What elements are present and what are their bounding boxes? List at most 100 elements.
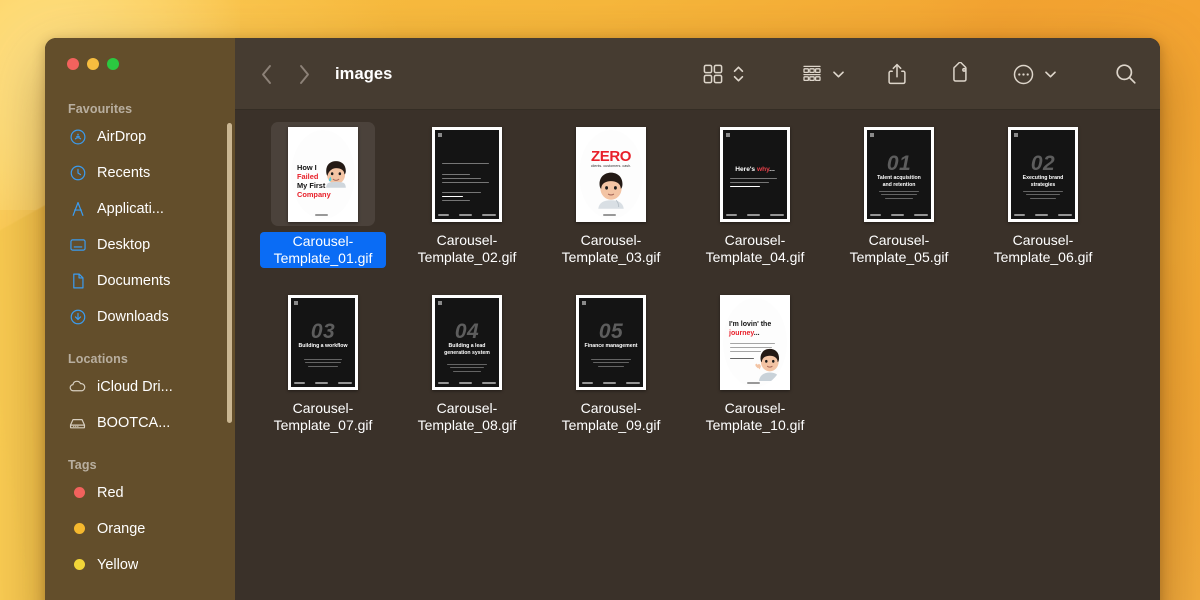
sidebar-section-tags: Tags	[68, 458, 97, 472]
clock-icon	[68, 163, 87, 182]
file-thumbnail[interactable]: 02 Executing brand strategies	[991, 122, 1095, 226]
file-item[interactable]: I'm lovin' the journey... Carousel-Templ…	[683, 290, 827, 434]
document-icon	[68, 271, 87, 290]
file-name-label: Carousel-Template_07.gif	[273, 400, 373, 433]
slide-headline: Building a lead generation system	[444, 342, 490, 356]
window-title: images	[335, 64, 393, 83]
slide-preview: How I Failed My First Company	[291, 129, 355, 219]
sidebar-item-desktop[interactable]: Desktop	[53, 231, 227, 258]
file-name-label: Carousel-Template_01.gif	[260, 232, 386, 268]
downloads-icon	[68, 307, 87, 326]
slide-number: 04	[454, 319, 480, 343]
slide-preview: 03 Building a workflow	[291, 297, 355, 387]
finder-window: Favourites AirDrop Recents Applicati... …	[45, 38, 1160, 600]
file-name-label: Carousel-Template_10.gif	[705, 400, 805, 433]
sidebar-item-label: Orange	[97, 520, 146, 537]
yellow-tag-dot-icon	[68, 555, 87, 574]
view-controls	[702, 57, 745, 91]
group-by-button[interactable]	[801, 57, 823, 91]
file-item[interactable]: 03 Building a workflow Carousel-Template…	[251, 290, 395, 434]
share-button[interactable]	[886, 57, 908, 91]
file-item[interactable]: Carousel-Template_02.gif	[395, 122, 539, 268]
sidebar-item-recents[interactable]: Recents	[53, 159, 227, 186]
cloud-icon	[68, 377, 87, 396]
file-item[interactable]: 02 Executing brand strategies Carousel-T…	[971, 122, 1115, 268]
avatar-illustration	[598, 172, 624, 209]
file-thumbnail[interactable]: ZERO clients. customers. cash.	[559, 122, 663, 226]
sidebar-item-documents[interactable]: Documents	[53, 267, 227, 294]
sidebar-item-label: iCloud Dri...	[97, 378, 173, 395]
slide-preview: I'm lovin' the journey...	[723, 297, 787, 387]
slide-number: 02	[1030, 151, 1056, 175]
file-thumbnail[interactable]: 01 Talent acquisition and retention	[847, 122, 951, 226]
desktop-icon	[68, 235, 87, 254]
more-controls	[1012, 57, 1058, 91]
file-name-label: Carousel-Template_04.gif	[705, 232, 805, 265]
file-grid: How I Failed My First Company Carousel-T…	[235, 110, 1160, 600]
sidebar: Favourites AirDrop Recents Applicati... …	[45, 38, 235, 600]
group-by-chevron-button[interactable]	[831, 57, 846, 91]
more-button[interactable]	[1012, 57, 1035, 91]
sidebar-item-label: Desktop	[97, 236, 151, 253]
navigation-buttons	[255, 59, 315, 89]
toolbar: images	[235, 38, 1160, 110]
zoom-button[interactable]	[107, 58, 119, 70]
file-name-label: Carousel-Template_03.gif	[561, 232, 661, 265]
file-thumbnail[interactable]: How I Failed My First Company	[271, 122, 375, 226]
sidebar-item-tag-yellow[interactable]: Yellow	[53, 551, 227, 578]
sidebar-item-tag-red[interactable]: Red	[53, 479, 227, 506]
forward-button[interactable]	[293, 59, 315, 89]
sidebar-item-label: Recents	[97, 164, 151, 181]
sidebar-item-label: Downloads	[97, 308, 169, 325]
sidebar-item-tag-orange[interactable]: Orange	[53, 515, 227, 542]
file-item[interactable]: 04 Building a lead generation system Car…	[395, 290, 539, 434]
slide-preview	[435, 129, 499, 219]
sidebar-item-label: BOOTCA...	[97, 414, 171, 431]
applications-icon	[68, 199, 87, 218]
sidebar-item-label: Documents	[97, 272, 171, 289]
file-thumbnail[interactable]: I'm lovin' the journey...	[703, 290, 807, 394]
file-thumbnail[interactable]: 05 Finance management	[559, 290, 663, 394]
file-thumbnail[interactable]: 03 Building a workflow	[271, 290, 375, 394]
file-item[interactable]: 01 Talent acquisition and retention Caro…	[827, 122, 971, 268]
search-button[interactable]	[1114, 57, 1138, 91]
slide-preview: 04 Building a lead generation system	[435, 297, 499, 387]
view-options-chevron-button[interactable]	[732, 57, 745, 91]
slide-headline: Executing brand strategies	[1022, 174, 1064, 188]
slide-headline: Finance management	[584, 342, 638, 349]
file-thumbnail[interactable]: Here's why...	[703, 122, 807, 226]
sidebar-scrollbar[interactable]	[227, 123, 232, 423]
main-pane: images How I Failed My First Company Car…	[235, 38, 1160, 600]
slide-preview: 02 Executing brand strategies	[1011, 129, 1075, 219]
avatar-illustration	[326, 160, 346, 188]
sidebar-item-icloud-drive[interactable]: iCloud Dri...	[53, 373, 227, 400]
drive-icon	[68, 413, 87, 432]
sidebar-item-airdrop[interactable]: AirDrop	[53, 123, 227, 150]
sidebar-item-applications[interactable]: Applicati...	[53, 195, 227, 222]
minimize-button[interactable]	[87, 58, 99, 70]
sidebar-section-locations: Locations	[68, 352, 128, 366]
avatar-illustration	[755, 348, 781, 381]
slide-headline: I'm lovin' the journey...	[729, 320, 772, 337]
file-item[interactable]: ZERO clients. customers. cash. Carousel-…	[539, 122, 683, 268]
sidebar-item-downloads[interactable]: Downloads	[53, 303, 227, 330]
file-item[interactable]: How I Failed My First Company Carousel-T…	[251, 122, 395, 268]
tag-button[interactable]	[948, 57, 972, 91]
file-thumbnail[interactable]	[415, 122, 519, 226]
back-button[interactable]	[255, 59, 277, 89]
file-item[interactable]: Here's why... Carousel-Template_04.gif	[683, 122, 827, 268]
more-chevron-button[interactable]	[1043, 57, 1058, 91]
icon-view-button[interactable]	[702, 57, 724, 91]
slide-headline: Building a workflow	[298, 342, 348, 349]
sidebar-item-label: Yellow	[97, 556, 139, 573]
sidebar-item-label: Applicati...	[97, 200, 164, 217]
close-button[interactable]	[67, 58, 79, 70]
file-thumbnail[interactable]: 04 Building a lead generation system	[415, 290, 519, 394]
file-item[interactable]: 05 Finance management Carousel-Template_…	[539, 290, 683, 434]
slide-number: 01	[886, 151, 912, 175]
sidebar-item-bootcamp[interactable]: BOOTCA...	[53, 409, 227, 436]
slide-headline: ZERO	[590, 147, 632, 165]
slide-preview: Here's why...	[723, 129, 787, 219]
window-controls	[45, 38, 235, 86]
file-name-label: Carousel-Template_06.gif	[993, 232, 1093, 265]
